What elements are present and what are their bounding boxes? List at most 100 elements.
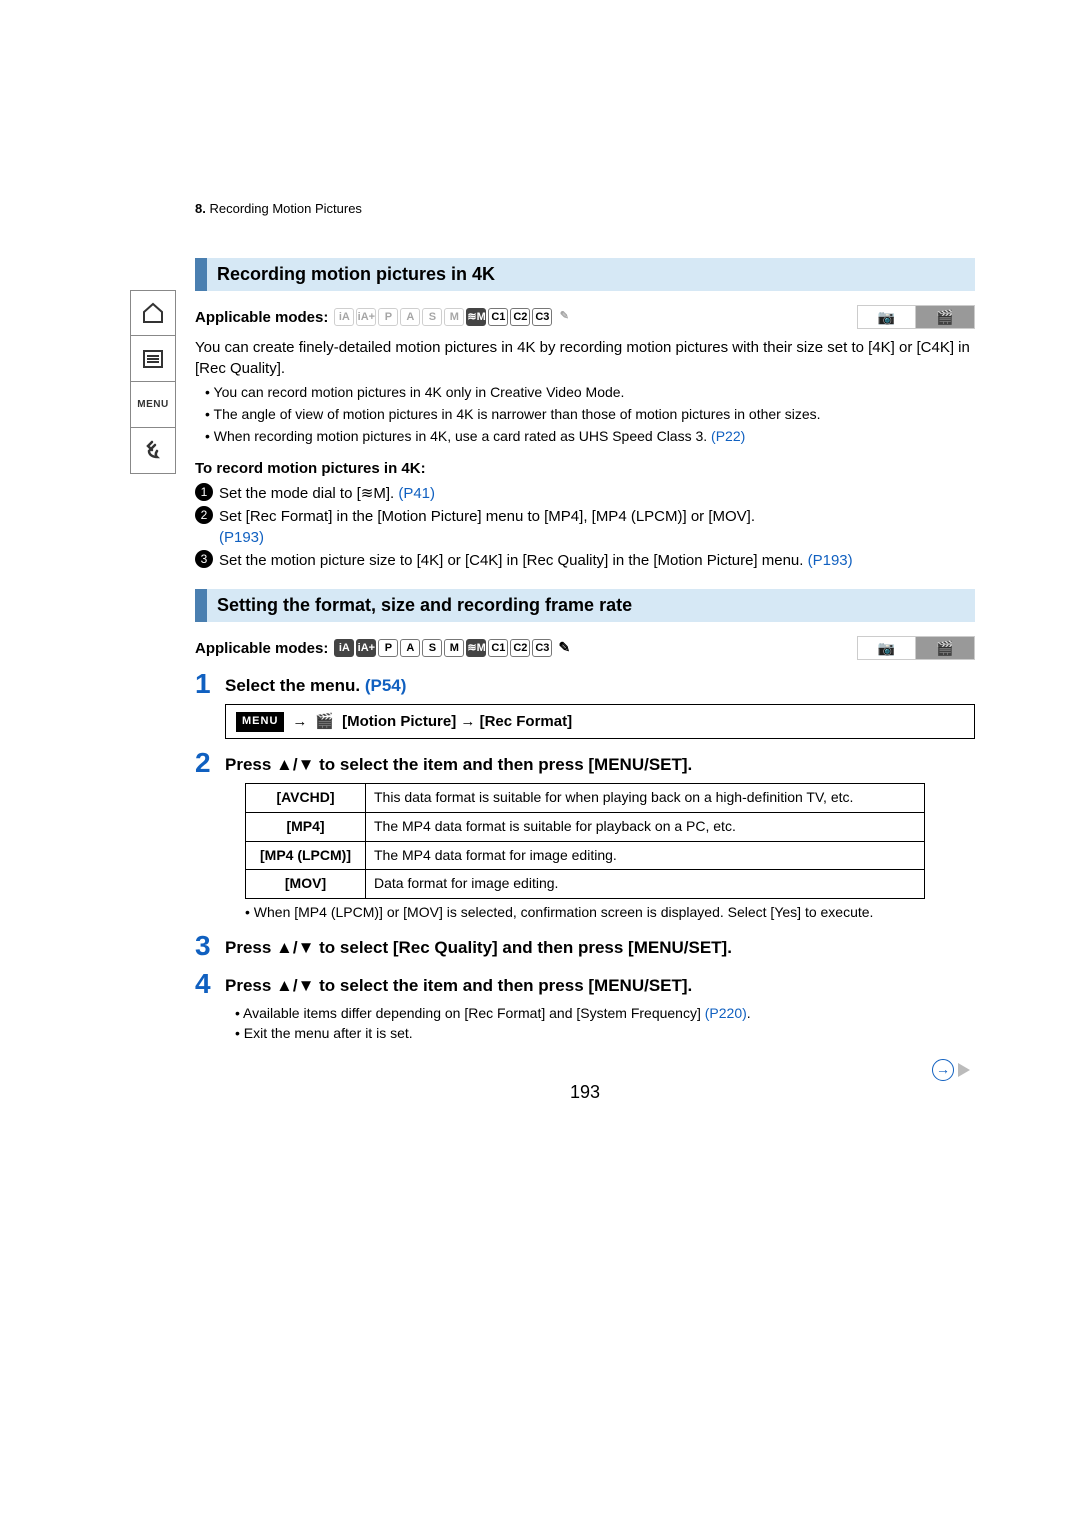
movie-icon: 🎬	[936, 639, 953, 659]
step-number-1: 1	[195, 670, 225, 698]
page-content: 8. Recording Motion Pictures Recording m…	[195, 0, 975, 1105]
photo-tab[interactable]: 📷	[858, 306, 916, 328]
mode-p-icon: P	[378, 308, 398, 326]
link-p193b[interactable]: (P193)	[808, 552, 853, 569]
mode-ia-icon: iA	[334, 639, 354, 657]
page-number: 193	[195, 1080, 975, 1105]
link-p22[interactable]: (P22)	[711, 428, 745, 444]
after-table-notes: When [MP4 (LPCM)] or [MOV] is selected, …	[245, 903, 975, 923]
menu-path-text: [Motion Picture] → [Rec Format]	[342, 711, 572, 732]
movie-menu-icon: 🎬	[315, 711, 334, 732]
steps-record-4k: 1Set the mode dial to [≋M]. (P41) 2Set […	[195, 483, 975, 571]
section-number: 8.	[195, 201, 206, 216]
note-2: The angle of view of motion pictures in …	[195, 405, 975, 425]
step-number-2: 2	[195, 749, 225, 777]
mode-palette-icon: ✎	[554, 308, 574, 326]
step-2: 2Set [Rec Format] in the [Motion Picture…	[195, 506, 975, 548]
applicable-modes-row-format: Applicable modes: iA iA+ P A S M ≋M C1 C…	[195, 636, 975, 660]
arrow-icon: →	[292, 711, 307, 732]
next-arrow-icon: →	[932, 1059, 954, 1081]
step-1: 1Set the mode dial to [≋M]. (P41)	[195, 483, 975, 504]
media-tabs: 📷 🎬	[857, 305, 975, 329]
mode-c1-icon: C1	[488, 639, 508, 657]
format-desc: This data format is suitable for when pl…	[366, 784, 925, 813]
photo-tab[interactable]: 📷	[858, 637, 916, 659]
heading-format: Setting the format, size and recording f…	[195, 589, 975, 622]
applicable-modes-row-4k: Applicable modes: iA iA+ P A S M ≋M C1 C…	[195, 305, 975, 329]
mode-iaplus-icon: iA+	[356, 639, 376, 657]
note-3: When recording motion pictures in 4K, us…	[195, 427, 975, 447]
step4-notes: Available items differ depending on [Rec…	[235, 1004, 975, 1043]
mode-s-icon: S	[422, 308, 442, 326]
video-tab[interactable]: 🎬	[916, 637, 974, 659]
mode-icons-format: iA iA+ P A S M ≋M C1 C2 C3 ✎	[334, 639, 574, 657]
step-num-2-icon: 2	[195, 506, 213, 524]
breadcrumb: 8. Recording Motion Pictures	[195, 200, 975, 218]
link-p41[interactable]: (P41)	[398, 485, 435, 502]
mode-c2-icon: C2	[510, 308, 530, 326]
mode-m-icon: M	[444, 308, 464, 326]
after-table-note: When [MP4 (LPCM)] or [MOV] is selected, …	[245, 903, 975, 923]
link-p54[interactable]: (P54)	[365, 676, 407, 695]
format-table: [AVCHD]This data format is suitable for …	[245, 783, 925, 898]
media-tabs-2: 📷 🎬	[857, 636, 975, 660]
format-name: [MOV]	[246, 870, 366, 899]
step-number-4: 4	[195, 970, 225, 998]
camera-icon: 📷	[878, 308, 895, 328]
mode-c3-icon: C3	[532, 308, 552, 326]
mode-a-icon: A	[400, 308, 420, 326]
back-icon	[141, 439, 165, 463]
movie-icon: 🎬	[936, 308, 953, 328]
section-title: Recording Motion Pictures	[209, 201, 361, 216]
intro-4k: You can create finely-detailed motion pi…	[195, 337, 975, 379]
video-tab[interactable]: 🎬	[916, 306, 974, 328]
mode-p-icon: P	[378, 639, 398, 657]
step4-note-2: Exit the menu after it is set.	[235, 1024, 975, 1044]
big-step-2: 2 Press ▲/▼ to select the item and then …	[195, 749, 975, 777]
link-p220[interactable]: (P220)	[705, 1005, 747, 1021]
table-row: [MP4 (LPCM)]The MP4 data format for imag…	[246, 841, 925, 870]
mode-c2-icon: C2	[510, 639, 530, 657]
step-num-3-icon: 3	[195, 550, 213, 568]
step-num-1-icon: 1	[195, 483, 213, 501]
link-p193a[interactable]: (P193)	[219, 527, 755, 548]
step4-note-1: Available items differ depending on [Rec…	[235, 1004, 975, 1024]
toc-button[interactable]	[130, 336, 176, 382]
table-row: [AVCHD]This data format is suitable for …	[246, 784, 925, 813]
mode-s-icon: S	[422, 639, 442, 657]
step-number-3: 3	[195, 932, 225, 960]
heading-4k: Recording motion pictures in 4K	[195, 258, 975, 291]
notes-4k: You can record motion pictures in 4K onl…	[195, 383, 975, 446]
applicable-modes-label-2: Applicable modes:	[195, 638, 328, 659]
format-name: [MP4]	[246, 812, 366, 841]
table-row: [MOV]Data format for image editing.	[246, 870, 925, 899]
home-icon	[141, 301, 165, 325]
mode-video-icon: ≋M	[466, 308, 486, 326]
mode-c1-icon: C1	[488, 308, 508, 326]
mode-video-icon: ≋M	[466, 639, 486, 657]
menu-button[interactable]: MENU	[130, 382, 176, 428]
sidebar-nav: MENU	[130, 290, 176, 474]
big-step-4: 4 Press ▲/▼ to select the item and then …	[195, 970, 975, 998]
applicable-modes-label: Applicable modes:	[195, 307, 328, 328]
format-name: [MP4 (LPCM)]	[246, 841, 366, 870]
format-desc: The MP4 data format is suitable for play…	[366, 812, 925, 841]
mode-icons-4k: iA iA+ P A S M ≋M C1 C2 C3 ✎	[334, 308, 574, 326]
menu-badge-icon: MENU	[236, 712, 284, 731]
mode-a-icon: A	[400, 639, 420, 657]
home-button[interactable]	[130, 290, 176, 336]
camera-icon: 📷	[878, 639, 895, 659]
format-desc: Data format for image editing.	[366, 870, 925, 899]
mode-iaplus-icon: iA+	[356, 308, 376, 326]
subhead-record-4k: To record motion pictures in 4K:	[195, 458, 975, 479]
step-3: 3Set the motion picture size to [4K] or …	[195, 550, 975, 571]
mode-m-icon: M	[444, 639, 464, 657]
table-row: [MP4]The MP4 data format is suitable for…	[246, 812, 925, 841]
mode-c3-icon: C3	[532, 639, 552, 657]
next-page-button[interactable]: →	[932, 1059, 972, 1081]
big-step-3: 3 Press ▲/▼ to select [Rec Quality] and …	[195, 932, 975, 960]
mode-palette-icon: ✎	[554, 639, 574, 657]
toc-icon	[141, 347, 165, 371]
back-button[interactable]	[130, 428, 176, 474]
note-1: You can record motion pictures in 4K onl…	[195, 383, 975, 403]
